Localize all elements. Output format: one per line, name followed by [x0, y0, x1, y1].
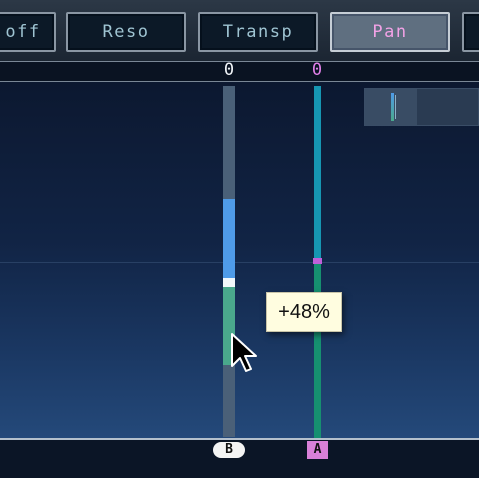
- tab-cutoff-label: off: [5, 22, 41, 42]
- slider-b-upper-segment: [223, 199, 235, 278]
- tab-pan-label: Pan: [372, 22, 408, 42]
- minimap-step-marker: [391, 93, 394, 121]
- center-line: [0, 262, 479, 263]
- slider-a-upper-track[interactable]: [314, 86, 321, 258]
- tab-transp-label: Transp: [222, 22, 294, 42]
- slider-b-badge[interactable]: B: [213, 442, 245, 458]
- tab-cutoff[interactable]: off: [0, 12, 56, 52]
- tab-reso-label: Reso: [102, 22, 150, 42]
- overview-minimap[interactable]: [364, 88, 479, 126]
- a-value-readout: 0: [311, 60, 323, 80]
- parameter-tab-bar: off Reso Transp Pan: [0, 0, 479, 62]
- tab-pan[interactable]: Pan: [330, 12, 450, 52]
- tab-reso[interactable]: Reso: [66, 12, 186, 52]
- slider-a-lower-track[interactable]: [314, 264, 321, 438]
- minimap-step-marker-secondary: [395, 95, 396, 119]
- tab-transp[interactable]: Transp: [198, 12, 318, 52]
- tab-next[interactable]: [462, 12, 479, 52]
- arrow-cursor-icon: [231, 333, 257, 372]
- slider-b-handle[interactable]: [223, 278, 235, 287]
- value-ruler: [0, 61, 479, 82]
- slider-a-badge[interactable]: A: [307, 441, 328, 459]
- step-editor-area[interactable]: [0, 82, 479, 438]
- value-tooltip: +48%: [266, 292, 342, 332]
- b-value-readout: 0: [223, 60, 235, 80]
